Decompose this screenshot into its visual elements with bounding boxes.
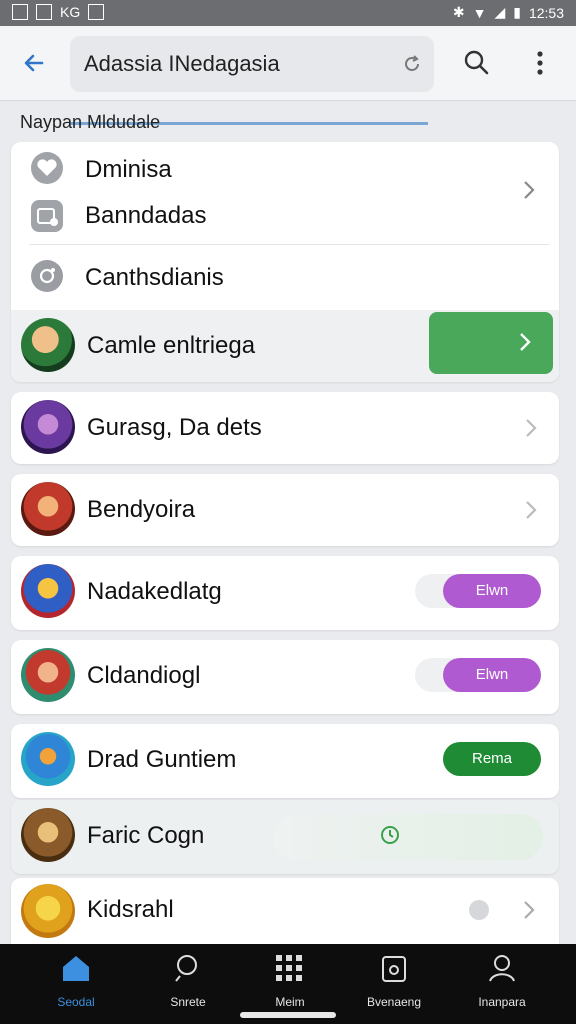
game-action-button[interactable]: Rema (443, 742, 541, 776)
open-game-button[interactable] (429, 312, 553, 374)
search-field[interactable]: Adassia INedagasia (70, 36, 434, 92)
media-icon (31, 200, 63, 232)
nav-item-menu[interactable]: Meim (240, 952, 340, 1009)
status-dot (469, 900, 489, 920)
calendar-icon (382, 956, 406, 982)
game-title: Bendyoira (87, 496, 196, 523)
search-input-value[interactable]: Adassia INedagasia (84, 51, 280, 77)
home-icon (63, 956, 89, 981)
heart-icon (31, 152, 63, 184)
divider (29, 244, 549, 245)
game-row[interactable]: Drad Guntiem Rema (11, 724, 559, 798)
game-title: Gurasg, Da dets (87, 414, 262, 441)
game-title: Nadakedlatg (87, 578, 222, 605)
chevron-right-icon[interactable] (521, 898, 537, 922)
game-avatar-icon (21, 732, 75, 786)
camera-icon (31, 260, 63, 292)
chevron-right-icon[interactable] (521, 178, 537, 202)
status-track (273, 814, 543, 860)
nav-label: Snrete (170, 995, 206, 1009)
wifi-icon: ▼ (472, 4, 487, 21)
nav-item-profile[interactable]: Inanpara (452, 952, 552, 1009)
sim-icon (36, 4, 52, 20)
nav-label: Inanpara (478, 995, 526, 1009)
game-row[interactable]: Bendyoira (11, 474, 559, 546)
status-left-text: KG (60, 4, 81, 20)
game-row[interactable]: Gurasg, Da dets (11, 392, 559, 464)
notification-icon (12, 4, 28, 20)
game-title: Drad Guntiem (87, 746, 237, 773)
battery-icon: ▮ (513, 4, 521, 20)
home-indicator[interactable] (240, 1012, 336, 1018)
game-row[interactable]: Kidsrahl (11, 878, 559, 944)
bluetooth-icon: ✱ (452, 4, 465, 20)
app-notification-icon (88, 4, 105, 20)
game-row[interactable]: Cldandiogl Elwn (11, 640, 559, 714)
nav-label: Bvenaeng (366, 995, 422, 1009)
game-avatar-icon (21, 400, 75, 454)
chevron-right-icon[interactable] (523, 416, 539, 440)
game-title: Cldandiogl (87, 662, 201, 689)
profile-icon (489, 955, 515, 982)
nav-label: Seodal (57, 995, 95, 1009)
app-bar: Adassia INedagasia (0, 26, 576, 125)
nav-item-calendar[interactable]: Bvenaeng (344, 952, 444, 1009)
game-avatar-icon (21, 318, 75, 372)
status-bar: KG ✱ ▼ ◢ ▮ 12:53 (0, 0, 576, 26)
game-row[interactable]: Nadakedlatg Elwn (11, 556, 559, 630)
nav-item-home[interactable]: Seodal (26, 952, 126, 1009)
game-avatar-icon (21, 482, 75, 536)
game-action-button[interactable]: Elwn (443, 658, 541, 692)
signal-icon: ◢ (494, 4, 506, 20)
game-avatar-icon (21, 648, 75, 702)
back-arrow-icon[interactable] (20, 48, 50, 78)
game-title: Camle enltriega (87, 332, 256, 359)
game-action-button[interactable]: Elwn (443, 574, 541, 608)
search-icon (175, 955, 197, 982)
game-title: Faric Cogn (87, 822, 205, 849)
status-time: 12:53 (528, 4, 564, 21)
more-options-icon[interactable] (528, 48, 552, 78)
grid-icon (276, 955, 302, 981)
game-row[interactable]: Camle enltriega (11, 310, 559, 382)
settings-item-label[interactable]: Dminisa (85, 156, 172, 184)
game-title: Kidsrahl (87, 896, 174, 923)
refresh-icon[interactable] (402, 54, 422, 74)
chevron-right-icon[interactable] (523, 498, 539, 522)
section-title: Naypan Mldudale (20, 112, 161, 132)
game-avatar-icon (21, 564, 75, 618)
game-avatar-icon (21, 808, 75, 862)
nav-item-search[interactable]: Snrete (138, 952, 238, 1009)
nav-label: Meim (275, 995, 305, 1009)
timer-icon (381, 826, 399, 844)
settings-item-label[interactable]: Banndadas (85, 202, 206, 230)
chevron-right-icon (520, 333, 531, 351)
search-icon[interactable] (462, 48, 492, 78)
game-row[interactable]: Faric Cogn (11, 800, 559, 874)
settings-item-label[interactable]: Canthsdianis (85, 264, 224, 292)
game-avatar-icon (21, 884, 75, 938)
